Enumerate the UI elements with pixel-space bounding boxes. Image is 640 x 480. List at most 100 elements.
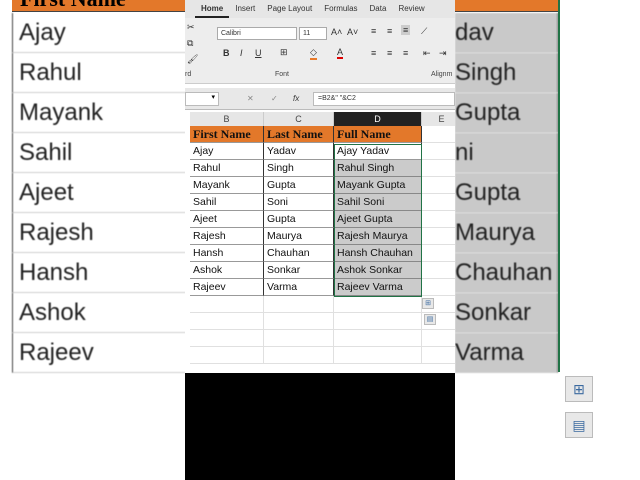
tab-data[interactable]: Data [364,0,393,18]
table-cell[interactable]: Ashok Sonkar [334,262,422,279]
table-cell[interactable]: Ashok [190,262,264,279]
increase-font-icon[interactable]: A˄ [331,27,342,37]
empty-cell[interactable] [422,245,455,262]
empty-cell[interactable] [422,194,455,211]
table-cell[interactable]: Hansh [190,245,264,262]
table-cell[interactable]: Rahul Singh [334,160,422,177]
underline-icon[interactable]: U [255,48,262,58]
column-header-b[interactable]: B [190,112,264,126]
empty-cell[interactable] [422,262,455,279]
header-cell[interactable]: First Name [190,126,264,143]
column-header-e[interactable]: E [422,112,455,126]
table-cell[interactable]: Rajeev Varma [334,279,422,296]
empty-cell[interactable] [422,177,455,194]
table-cell[interactable]: Mayank [190,177,264,194]
formula-bar: ▾ ✕ ✓ fx =B2&" "&C2 [185,88,455,110]
copy-icon[interactable]: ⧉ [187,38,193,49]
bg-cell: Sonkar [455,293,558,333]
table-cell[interactable]: Varma [264,279,334,296]
empty-cell[interactable] [334,296,422,313]
increase-indent-icon[interactable]: ⇥ [439,48,447,59]
table-cell[interactable]: Sahil [190,194,264,211]
table-cell[interactable]: Gupta [264,211,334,228]
empty-cell[interactable] [422,347,455,364]
align-right-icon[interactable]: ≡ [403,48,408,58]
empty-cell[interactable] [422,126,455,143]
alignment-group-label: Alignm [431,71,453,78]
table-cell[interactable]: Rajeev [190,279,264,296]
tab-page-layout[interactable]: Page Layout [261,0,318,18]
empty-cell[interactable] [190,313,264,330]
align-left-icon[interactable]: ≡ [371,48,376,58]
empty-cell[interactable] [422,228,455,245]
table-cell[interactable]: Sahil Soni [334,194,422,211]
empty-cell[interactable] [422,160,455,177]
quick-analysis-icon: ▤ [565,412,593,438]
empty-cell[interactable] [264,313,334,330]
table-cell[interactable]: Ajay [190,143,264,160]
table-cell[interactable]: Rajesh [190,228,264,245]
table-cell[interactable]: Sonkar [264,262,334,279]
insert-function-button[interactable]: fx [293,94,299,103]
orientation-icon[interactable]: ⟋ [421,26,427,37]
tab-formulas[interactable]: Formulas [318,0,363,18]
table-cell[interactable]: Ajay Yadav [334,143,422,160]
flash-fill-options-icon[interactable]: ⊞ [422,298,434,309]
table-cell[interactable]: Yadav [264,143,334,160]
align-top-icon[interactable]: ≡ [371,26,376,36]
tab-insert[interactable]: Insert [229,0,261,18]
bg-cell: Chauhan [455,253,558,293]
empty-cell[interactable] [190,347,264,364]
empty-cell[interactable] [422,211,455,228]
empty-cell[interactable] [190,330,264,347]
fill-color-icon[interactable]: ◇ [310,47,317,60]
decrease-font-icon[interactable]: A˅ [347,27,358,37]
italic-icon[interactable]: I [240,48,243,58]
font-color-icon[interactable]: A [337,47,344,59]
format-painter-icon[interactable]: 🖌 [187,54,198,65]
cut-icon[interactable]: ✂ [187,22,195,33]
header-cell[interactable]: Last Name [264,126,334,143]
table-cell[interactable]: Ajeet Gupta [334,211,422,228]
table-cell[interactable]: Mayank Gupta [334,177,422,194]
empty-cell[interactable] [422,330,455,347]
blurred-background-right: dav Singh Gupta ni Gupta Maurya Chauhan Sonkar… [455,0,640,480]
bold-icon[interactable]: B [223,48,230,58]
formula-input[interactable]: =B2&" "&C2 [313,92,455,106]
enter-icon[interactable]: ✓ [271,94,278,103]
decrease-indent-icon[interactable]: ⇤ [423,48,431,59]
table-cell[interactable]: Chauhan [264,245,334,262]
header-cell[interactable]: Full Name [334,126,422,143]
empty-cell[interactable] [190,296,264,313]
font-name-select[interactable]: Calibri [217,27,297,40]
empty-cell[interactable] [334,313,422,330]
name-box[interactable]: ▾ [185,92,219,106]
table-cell[interactable]: Ajeet [190,211,264,228]
column-header-c[interactable]: C [264,112,334,126]
font-group-label: Font [275,71,290,78]
table-cell[interactable]: Rahul [190,160,264,177]
quick-analysis-icon[interactable]: ▤ [424,314,436,325]
font-size-select[interactable]: 11 [299,27,327,40]
cancel-icon[interactable]: ✕ [247,94,254,103]
empty-cell[interactable] [264,296,334,313]
empty-cell[interactable] [334,347,422,364]
borders-icon[interactable]: ⊞ [280,47,288,58]
align-center-icon[interactable]: ≡ [387,48,392,58]
empty-cell[interactable] [264,347,334,364]
table-cell[interactable]: Gupta [264,177,334,194]
table-cell[interactable]: Maurya [264,228,334,245]
empty-cell[interactable] [334,330,422,347]
table-cell[interactable]: Rajesh Maurya [334,228,422,245]
table-cell[interactable]: Singh [264,160,334,177]
align-bottom-icon[interactable]: ≡ [401,25,411,35]
empty-cell[interactable] [264,330,334,347]
tab-review[interactable]: Review [392,0,430,18]
table-cell[interactable]: Hansh Chauhan [334,245,422,262]
empty-cell[interactable] [422,279,455,296]
align-middle-icon[interactable]: ≡ [387,26,392,36]
empty-cell[interactable] [422,143,455,160]
table-cell[interactable]: Soni [264,194,334,211]
column-header-d[interactable]: D [334,112,422,126]
tab-home[interactable]: Home [195,0,230,18]
